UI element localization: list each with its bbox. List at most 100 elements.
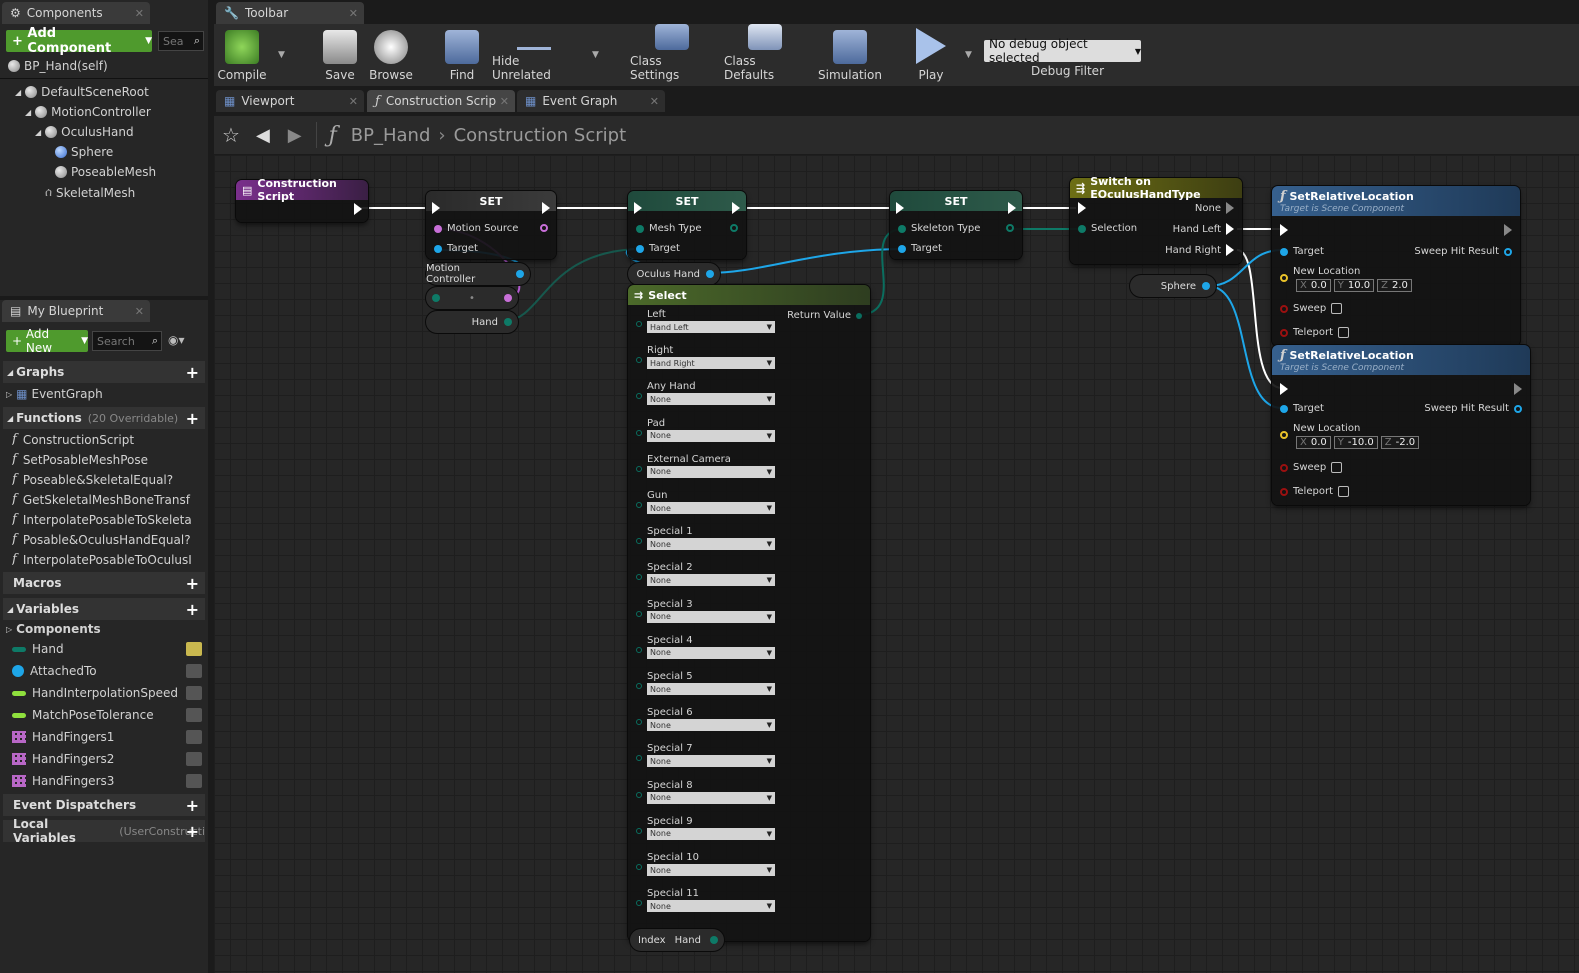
return-value-pin[interactable]: Return Value [787, 310, 862, 321]
exec-in-pin[interactable] [1078, 202, 1086, 214]
graph-item-eventgraph[interactable]: ▷ ▦ EventGraph [6, 387, 103, 401]
tab-event-graph[interactable]: ▦ Event Graph ✕ [517, 90, 665, 112]
add-local-variable-button[interactable]: + [186, 822, 199, 841]
section-graphs[interactable]: ◢ Graphs + [3, 361, 205, 383]
exec-out-pin[interactable] [354, 203, 362, 215]
target-pin[interactable]: Target [1280, 403, 1324, 414]
y-input[interactable]: Y 10.0 [1333, 279, 1375, 292]
x-input[interactable]: X 0.0 [1296, 279, 1331, 292]
variables-components-group[interactable]: ▷ Components [6, 622, 101, 636]
eye-icon[interactable] [186, 642, 202, 656]
tree-item-defaultsceneroot[interactable]: ◢ DefaultSceneRoot [15, 85, 149, 99]
set-relative-location-node-1[interactable]: ƒ SetRelativeLocation Target is Scene Co… [1272, 186, 1520, 346]
select-node[interactable]: ⇉ Select Return Value Left Hand Left RightH… [628, 285, 870, 941]
variable-item[interactable]: HandFingers3 [12, 774, 202, 788]
exec-in-pin[interactable] [432, 202, 440, 214]
sweep-pin[interactable]: Sweep [1280, 303, 1343, 314]
sphere-getter[interactable]: Sphere [1130, 275, 1216, 297]
mesh-type-out-pin[interactable] [730, 224, 738, 232]
section-event-dispatchers[interactable]: Event Dispatchers + [3, 794, 205, 816]
none-out-pin[interactable]: None [1195, 202, 1234, 214]
tree-item-oculushand[interactable]: ◢ OculusHand [35, 125, 134, 139]
construction-script-node[interactable]: ▤ Construction Script [236, 177, 368, 222]
target-pin[interactable]: Target [1280, 246, 1324, 257]
close-icon[interactable]: ✕ [349, 7, 358, 20]
add-graph-button[interactable]: + [186, 363, 199, 382]
exec-out-pin[interactable] [542, 202, 550, 214]
hand-left-out-pin[interactable]: Hand Left [1173, 223, 1234, 235]
forward-arrow-icon[interactable]: ▶ [288, 125, 302, 146]
add-macro-button[interactable]: + [186, 574, 199, 593]
function-item[interactable]: ƒ ConstructionScript [12, 432, 202, 447]
select-option-pin[interactable]: Right Hand Right [636, 345, 775, 370]
target-pin[interactable]: Target [898, 243, 942, 254]
tree-item-sphere[interactable]: Sphere [55, 145, 113, 159]
add-new-button[interactable]: + Add New ▼ [6, 327, 88, 355]
tab-viewport[interactable]: ▦ Viewport ✕ [216, 90, 364, 112]
set-mesh-type-node[interactable]: SET Mesh Type Target [628, 191, 746, 259]
close-icon[interactable]: ✕ [500, 95, 509, 108]
teleport-checkbox[interactable] [1338, 327, 1349, 338]
play-button[interactable]: Play [908, 24, 954, 86]
select-option-pin[interactable]: Special 6 None [636, 707, 775, 732]
option-dropdown[interactable]: None [647, 429, 775, 442]
compile-options-chevron-icon[interactable]: ▼ [278, 50, 285, 60]
play-options-chevron-icon[interactable]: ▼ [965, 50, 972, 60]
components-search-input[interactable]: Sea ⌕ [158, 31, 204, 51]
tab-toolbar[interactable]: 🔧 Toolbar ✕ [216, 2, 364, 24]
close-icon[interactable]: ✕ [135, 7, 144, 20]
variable-item[interactable]: HandInterpolationSpeed [12, 686, 202, 700]
close-icon[interactable]: ✕ [135, 305, 144, 318]
z-input[interactable]: Z -2.0 [1380, 436, 1420, 449]
exec-in-pin[interactable] [1280, 383, 1288, 395]
option-dropdown[interactable]: None [647, 538, 775, 551]
skeleton-type-pin[interactable]: Skeleton Type [898, 223, 980, 234]
select-option-pin[interactable]: Special 8 None [636, 780, 775, 804]
function-item[interactable]: ƒ InterpolatePosableToSkeleta [12, 512, 202, 527]
option-dropdown[interactable]: None [647, 827, 775, 840]
option-dropdown[interactable]: Hand Right [647, 357, 775, 370]
option-dropdown[interactable]: None [647, 719, 775, 732]
option-dropdown[interactable]: None [647, 683, 775, 695]
option-dropdown[interactable]: Hand Left [647, 321, 775, 333]
exec-in-pin[interactable] [1280, 224, 1288, 236]
oculus-hand-getter[interactable]: Oculus Hand [628, 263, 720, 285]
back-arrow-icon[interactable]: ◀ [256, 125, 270, 146]
teleport-checkbox[interactable] [1338, 486, 1349, 497]
y-input[interactable]: Y -10.0 [1333, 436, 1378, 449]
new-location-pin[interactable]: New Location X 0.0 Y -10.0 Z -2.0 [1280, 423, 1420, 449]
hand-right-out-pin[interactable]: Hand Right [1165, 244, 1234, 256]
set-motion-source-node[interactable]: SET Motion Source Target [426, 191, 556, 259]
tab-construction-script[interactable]: ƒ Construction Scrip ✕ [367, 90, 515, 112]
motion-source-out-pin[interactable] [540, 224, 548, 232]
select-option-pin[interactable]: Gun None [636, 490, 775, 514]
x-input[interactable]: X 0.0 [1296, 436, 1331, 449]
select-option-pin[interactable]: External Camera None [636, 454, 775, 478]
variable-item[interactable]: HandFingers1 [12, 730, 202, 744]
skeleton-type-out-pin[interactable] [1006, 224, 1014, 232]
section-functions[interactable]: ◢ Functions (20 Overridable) + [3, 407, 205, 429]
exec-in-pin[interactable] [896, 202, 904, 214]
add-variable-button[interactable]: + [186, 600, 199, 619]
select-option-pin[interactable]: Special 1 None [636, 526, 775, 551]
save-button[interactable]: Save [318, 24, 362, 86]
option-dropdown[interactable]: None [647, 393, 775, 406]
sweep-pin[interactable]: Sweep [1280, 462, 1343, 473]
blueprint-search-input[interactable]: Search ⌕ [92, 331, 162, 351]
z-input[interactable]: Z 2.0 [1377, 279, 1412, 292]
exec-out-pin[interactable] [732, 202, 740, 214]
function-item[interactable]: ƒ Posable&OculusHandEqual? [12, 532, 202, 547]
option-dropdown[interactable]: None [647, 791, 775, 804]
switch-oculus-hand-type-node[interactable]: ⇶ Switch on EOculusHandType None Selectio… [1070, 175, 1242, 264]
option-dropdown[interactable]: None [647, 574, 775, 587]
select-option-pin[interactable]: Special 4 None [636, 635, 775, 659]
browse-button[interactable]: Browse [366, 24, 416, 86]
option-dropdown[interactable]: None [647, 465, 775, 478]
eye-closed-icon[interactable] [186, 708, 202, 722]
class-defaults-button[interactable]: Class Defaults [724, 24, 806, 86]
function-item[interactable]: ƒ SetPosableMeshPose [12, 452, 202, 467]
close-icon[interactable]: ✕ [650, 95, 659, 108]
class-settings-button[interactable]: Class Settings [630, 24, 714, 86]
simulation-button[interactable]: Simulation [818, 24, 882, 86]
close-icon[interactable]: ✕ [349, 95, 358, 108]
